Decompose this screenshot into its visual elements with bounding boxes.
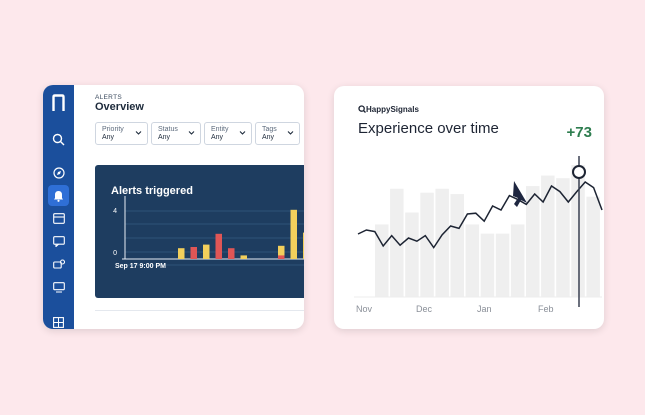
filter-tags[interactable]: Tags Any — [255, 122, 300, 145]
x-tick-label: Nov — [356, 304, 373, 314]
experience-bar — [465, 224, 480, 297]
experience-bar — [390, 188, 404, 297]
experience-bar — [586, 196, 600, 297]
filter-value: Any — [158, 134, 171, 141]
chevron-down-icon — [135, 131, 142, 135]
x-tick-label: Jan — [477, 304, 492, 314]
grid-icon[interactable] — [51, 315, 66, 329]
devices-icon[interactable] — [51, 257, 66, 272]
experience-bar — [405, 212, 419, 297]
y-tick-label: 4 — [113, 208, 117, 215]
alert-bar — [203, 244, 210, 259]
bell-icon[interactable] — [48, 185, 69, 206]
dashboard-icon[interactable] — [51, 211, 66, 226]
filter-value: Any — [262, 134, 275, 141]
filter-label: Priority — [102, 126, 124, 133]
alert-bar — [228, 248, 235, 259]
chevron-down-icon — [239, 131, 246, 135]
experience-bar — [480, 233, 495, 297]
monitor-icon[interactable] — [51, 280, 66, 295]
alerts-triggered-panel: Alerts triggered 4 0 Sep 17 9:00 PM — [95, 165, 304, 298]
x-tick-label: Feb — [538, 304, 554, 314]
chevron-down-icon — [287, 131, 294, 135]
filter-priority[interactable]: Priority Any — [95, 122, 148, 145]
alerts-overview-card: ALERTS Overview Priority Any Status Any … — [43, 85, 304, 329]
filter-value: Any — [102, 134, 115, 141]
logo-icon[interactable] — [52, 94, 65, 112]
experience-chart: Nov Dec Jan Feb — [354, 156, 603, 314]
chevron-down-icon — [188, 131, 195, 135]
alert-bar — [278, 255, 285, 259]
alert-bar — [303, 232, 304, 259]
search-icon[interactable] — [51, 132, 66, 147]
experience-bar — [510, 224, 525, 297]
alert-bar — [290, 209, 297, 259]
alert-bar — [190, 247, 197, 259]
x-tick-label: Dec — [416, 304, 433, 314]
experience-bar — [450, 194, 464, 297]
x-tick-label: Sep 17 9:00 PM — [115, 263, 166, 270]
experience-bars — [375, 165, 600, 297]
filter-label: Status — [158, 126, 178, 133]
alert-bar — [215, 233, 222, 259]
filter-status[interactable]: Status Any — [151, 122, 201, 145]
sidebar — [43, 85, 74, 329]
divider — [95, 310, 304, 311]
page-title: Overview — [95, 101, 144, 113]
chat-icon[interactable] — [51, 234, 66, 249]
compass-icon[interactable] — [51, 165, 66, 180]
section-label: ALERTS — [95, 94, 122, 101]
experience-card: HappySignals Experience over time +73 No… — [334, 86, 604, 329]
filter-label: Tags — [262, 126, 277, 133]
highlight-point[interactable] — [572, 165, 586, 179]
filter-entity[interactable]: Entity Any — [204, 122, 252, 145]
experience-bar — [495, 233, 510, 297]
filter-value: Any — [211, 134, 224, 141]
alerts-chart: 4 0 Sep 17 9:00 PM — [113, 196, 304, 270]
y-tick-label: 0 — [113, 250, 117, 257]
filter-label: Entity — [211, 126, 229, 133]
alert-bar — [240, 255, 247, 259]
alert-bar — [178, 248, 185, 259]
